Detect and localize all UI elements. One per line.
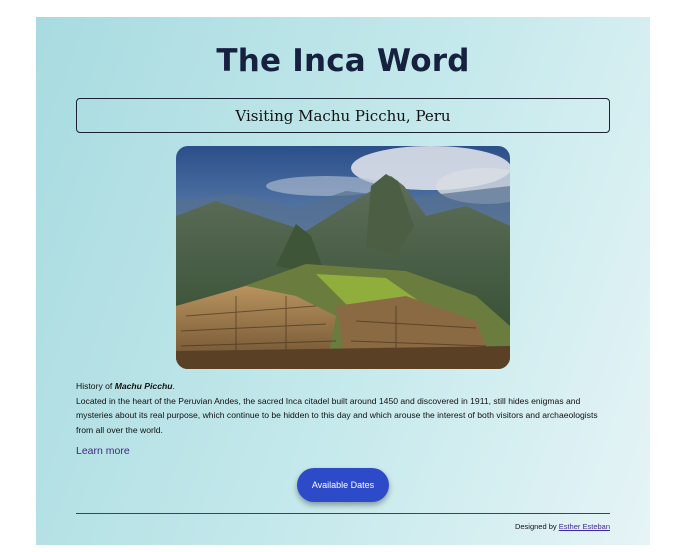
learn-more-link[interactable]: Learn more: [76, 445, 130, 457]
history-prefix: History of: [76, 381, 115, 391]
article-body: Located in the heart of the Peruvian And…: [76, 395, 598, 435]
footer-divider: [76, 513, 610, 514]
history-subject: Machu Picchu: [114, 381, 173, 391]
footer-credit: Designed by Esther Esteban: [515, 522, 610, 531]
section-heading-box: Visiting Machu Picchu, Peru: [76, 98, 610, 133]
machu-picchu-photo: [176, 146, 510, 369]
footer-designed-by: Designed by: [514, 522, 559, 531]
site-title: The Inca Word: [216, 43, 470, 79]
content-panel: The Inca Word Visiting Machu Picchu, Per…: [36, 17, 650, 545]
available-dates-button[interactable]: Available Dates: [297, 468, 389, 502]
author-link[interactable]: Esther Esteban: [559, 522, 610, 531]
section-heading: Visiting Machu Picchu, Peru: [235, 106, 451, 125]
article-text: History of Machu Picchu. Located in the …: [76, 379, 616, 437]
history-suffix: .: [172, 381, 175, 391]
history-line: History of Machu Picchu.: [76, 379, 616, 394]
